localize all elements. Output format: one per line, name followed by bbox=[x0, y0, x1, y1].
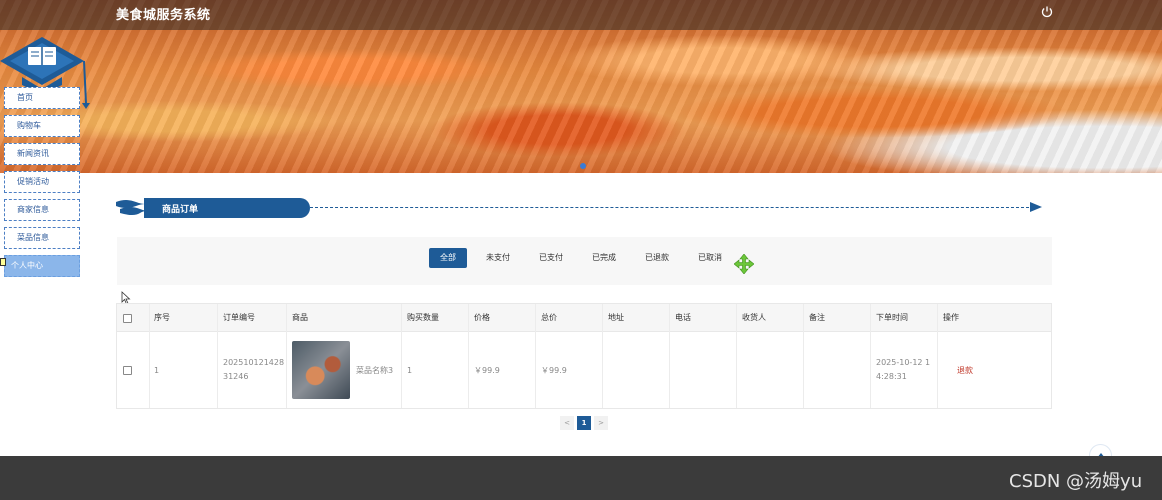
tab-completed[interactable]: 已完成 bbox=[585, 248, 623, 268]
prev-page-button[interactable]: < bbox=[560, 416, 574, 430]
th-order-time: 下单时间 bbox=[876, 313, 908, 322]
table-row: 1 20251012142831246 菜品名称3 1 ￥99.9 ￥99.9 … bbox=[117, 332, 1051, 408]
column-divider bbox=[217, 304, 218, 408]
carousel-indicator[interactable] bbox=[580, 163, 586, 169]
th-price: 价格 bbox=[474, 313, 490, 322]
page-title: 商品订单 bbox=[162, 205, 199, 215]
sidebar-item-dishes[interactable]: 菜品信息 bbox=[4, 227, 80, 249]
top-bar: 美食城服务系统 bbox=[0, 0, 1162, 30]
th-phone: 电话 bbox=[675, 313, 691, 322]
site-title: 美食城服务系统 bbox=[116, 8, 211, 23]
row-select-cell bbox=[117, 332, 149, 408]
product-name: 菜品名称3 bbox=[356, 365, 394, 375]
header-dashed-line bbox=[310, 207, 1034, 208]
table-header: 序号 订单编号 商品 购买数量 价格 总价 地址 电话 收货人 备注 下单时间 … bbox=[117, 304, 1051, 332]
next-page-button[interactable]: > bbox=[594, 416, 608, 430]
row-checkbox[interactable] bbox=[123, 365, 132, 375]
th-action: 操作 bbox=[943, 313, 959, 322]
th-index: 序号 bbox=[154, 313, 170, 322]
column-divider bbox=[535, 304, 536, 408]
order-status-tabs: 全部 未支付 已支付 已完成 已退款 已取消 bbox=[117, 237, 1052, 285]
th-product: 商品 bbox=[292, 313, 308, 322]
selection-marker-icon bbox=[0, 258, 6, 266]
th-address: 地址 bbox=[608, 313, 624, 322]
th-quantity: 购买数量 bbox=[407, 313, 439, 322]
column-divider bbox=[669, 304, 670, 408]
tab-unpaid[interactable]: 未支付 bbox=[479, 248, 517, 268]
sidebar-item-home[interactable]: 首页 bbox=[4, 87, 80, 109]
cell-order-time-wrap: 2025-10-12 14:28:31 bbox=[871, 332, 937, 408]
column-divider bbox=[870, 304, 871, 408]
tab-all[interactable]: 全部 bbox=[429, 248, 467, 268]
column-divider bbox=[401, 304, 402, 408]
th-order-no: 订单编号 bbox=[223, 313, 255, 322]
cell-total: ￥99.9 bbox=[541, 365, 567, 375]
tab-cancelled[interactable]: 已取消 bbox=[691, 248, 729, 268]
cell-product: 菜品名称3 bbox=[287, 332, 401, 408]
refund-button[interactable]: 退款 bbox=[957, 365, 973, 376]
sidebar-item-merchants[interactable]: 商家信息 bbox=[4, 199, 80, 221]
column-divider bbox=[286, 304, 287, 408]
section-header: 商品订单 bbox=[116, 196, 1046, 220]
sidebar-item-promotions[interactable]: 促销活动 bbox=[4, 171, 80, 193]
sidebar-nav: 首页 购物车 新闻资讯 促销活动 商家信息 菜品信息 个人中心 bbox=[4, 87, 80, 283]
column-divider bbox=[602, 304, 603, 408]
column-divider bbox=[803, 304, 804, 408]
sidebar-item-cart[interactable]: 购物车 bbox=[4, 115, 80, 137]
watermark-text: CSDN @汤姆yu bbox=[1009, 471, 1143, 492]
cell-order-no: 20251012142831246 bbox=[223, 358, 285, 381]
select-all-checkbox[interactable] bbox=[123, 313, 132, 323]
th-remark: 备注 bbox=[809, 313, 825, 322]
th-receiver: 收货人 bbox=[742, 313, 766, 322]
th-total: 总价 bbox=[541, 313, 557, 322]
select-all-cell bbox=[117, 304, 149, 332]
orders-table: 序号 订单编号 商品 购买数量 价格 总价 地址 电话 收货人 备注 下单时间 … bbox=[116, 303, 1052, 409]
page-1-button[interactable]: 1 bbox=[577, 416, 591, 430]
column-divider bbox=[736, 304, 737, 408]
cell-action: 退款 bbox=[938, 332, 1004, 408]
cell-remark bbox=[804, 332, 870, 408]
column-divider bbox=[937, 304, 938, 408]
move-arrows-icon[interactable] bbox=[734, 254, 754, 274]
arrow-right-icon bbox=[1030, 202, 1042, 212]
cell-address bbox=[603, 332, 669, 408]
tab-paid[interactable]: 已支付 bbox=[532, 248, 570, 268]
cell-phone bbox=[670, 332, 736, 408]
cell-receiver bbox=[737, 332, 803, 408]
cell-order-no-wrap: 20251012142831246 bbox=[218, 332, 286, 408]
cell-quantity: 1 bbox=[407, 365, 413, 375]
cell-order-time: 2025-10-12 14:28:31 bbox=[876, 358, 931, 381]
column-divider bbox=[468, 304, 469, 408]
footer bbox=[0, 456, 1162, 500]
column-divider bbox=[149, 304, 150, 408]
cell-price: ￥99.9 bbox=[474, 365, 500, 375]
tab-refunded[interactable]: 已退款 bbox=[638, 248, 676, 268]
product-thumbnail[interactable] bbox=[292, 341, 350, 399]
sidebar-item-news[interactable]: 新闻资讯 bbox=[4, 143, 80, 165]
logout-power-icon[interactable] bbox=[1040, 5, 1054, 19]
sidebar-item-personal-center[interactable]: 个人中心 bbox=[4, 255, 80, 277]
cell-index: 1 bbox=[154, 365, 160, 375]
